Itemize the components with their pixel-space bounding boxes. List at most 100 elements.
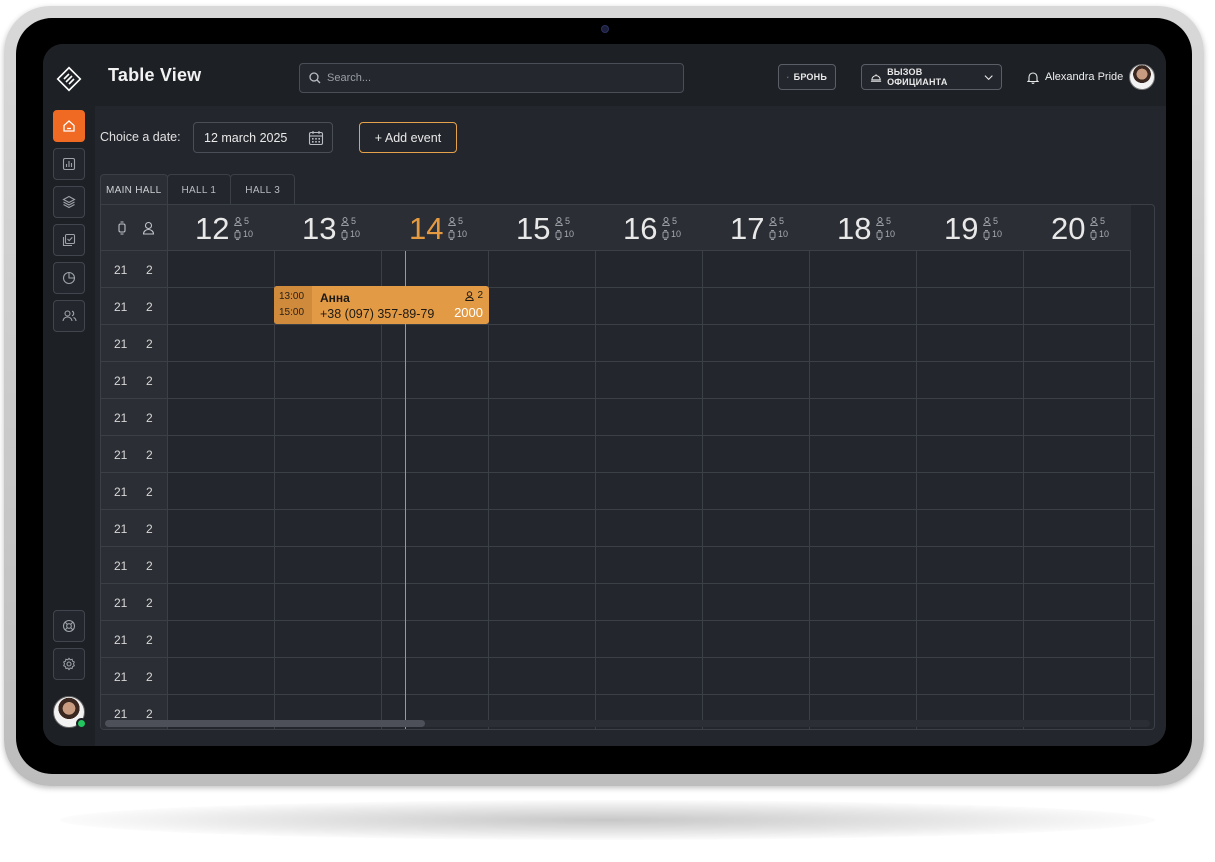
home-icon	[63, 120, 75, 132]
table-seats: 2	[146, 707, 153, 721]
table-row[interactable]: 21 2	[101, 399, 168, 436]
day-header[interactable]: 16 5 10	[596, 205, 703, 251]
bar-chart-icon	[62, 157, 76, 171]
row-divider	[168, 509, 1154, 510]
add-event-button[interactable]: + Add event	[359, 122, 457, 153]
table-row[interactable]: 21 2	[101, 436, 168, 473]
horizontal-scrollbar[interactable]	[105, 720, 1150, 727]
table-icon	[118, 221, 126, 235]
pie-chart-icon	[62, 271, 76, 285]
table-icon	[662, 229, 669, 240]
day-tables: 10	[555, 228, 574, 241]
row-divider	[168, 472, 1154, 473]
table-row[interactable]: 21 2	[101, 547, 168, 584]
table-number: 21	[114, 633, 128, 647]
bron-button[interactable]: БРОНЬ	[778, 64, 836, 90]
table-row[interactable]: 21 2	[101, 362, 168, 399]
day-guests: 5	[1090, 215, 1109, 228]
day-number: 19	[944, 211, 979, 246]
table-seats: 2	[146, 596, 153, 610]
table-icon	[1090, 229, 1097, 240]
sidebar-item-analytics[interactable]	[53, 148, 85, 180]
day-tables-count: 10	[457, 229, 468, 239]
table-seats: 2	[146, 633, 153, 647]
person-icon	[234, 217, 242, 226]
day-capacity: 5 10	[983, 215, 1002, 241]
table-number: 21	[114, 337, 128, 351]
sidebar-item-tasks[interactable]	[53, 224, 85, 256]
search-box[interactable]	[299, 63, 684, 93]
table-number: 21	[114, 596, 128, 610]
page-title: Table View	[108, 65, 202, 85]
row-divider	[168, 657, 1154, 658]
table-row[interactable]: 21 2	[101, 288, 168, 325]
table-seats: 2	[146, 485, 153, 499]
table-row[interactable]: 21 2	[101, 510, 168, 547]
search-input[interactable]	[327, 68, 667, 88]
day-number: 13	[302, 211, 337, 246]
call-waiter-button[interactable]: ВЫЗОВ ОФИЦИАНТА	[861, 64, 1002, 90]
person-icon	[555, 217, 563, 226]
top-bar: Table View БРОНЬ ВЫЗОВ ОФИЦИАНТА	[43, 44, 1166, 106]
tab-hall-3[interactable]: HALL 3	[230, 174, 296, 205]
day-column: 12 5 10	[168, 205, 275, 729]
sidebar-item-users[interactable]	[53, 300, 85, 332]
scrollbar-thumb[interactable]	[105, 720, 425, 727]
table-number: 21	[114, 300, 128, 314]
day-capacity: 5 10	[555, 215, 574, 241]
table-row[interactable]: 21 2	[101, 621, 168, 658]
day-header[interactable]: 12 5 10	[168, 205, 275, 251]
person-icon	[142, 221, 155, 235]
tab-main-hall[interactable]: MAIN HALL	[100, 174, 168, 205]
day-column: 14 5 10	[382, 205, 489, 729]
calendar-icon[interactable]	[308, 130, 324, 146]
sidebar-item-support[interactable]	[53, 610, 85, 642]
day-guests-count: 5	[1100, 216, 1106, 226]
call-waiter-label: ВЫЗОВ ОФИЦИАНТА	[887, 67, 948, 87]
table-row[interactable]: 21 2	[101, 584, 168, 621]
table-number: 21	[114, 448, 128, 462]
user-menu[interactable]: Alexandra Pride	[1027, 64, 1156, 90]
device-shadow	[60, 800, 1155, 840]
day-guests-count: 5	[779, 216, 785, 226]
person-icon	[769, 217, 777, 226]
table-column-header	[101, 205, 168, 251]
service-bell-icon	[870, 73, 882, 82]
day-number: 18	[837, 211, 872, 246]
table-number: 21	[114, 522, 128, 536]
table-row[interactable]: 21 2	[101, 473, 168, 510]
booking-end-time: 15:00	[279, 307, 305, 318]
day-header[interactable]: 20 5 10	[1024, 205, 1131, 251]
booking-card[interactable]: 13:00 15:00 Анна +38 (097) 357-89-79 2 2…	[274, 286, 489, 324]
table-number: 21	[114, 263, 128, 277]
table-seats: 2	[146, 337, 153, 351]
sidebar-item-home[interactable]	[53, 110, 85, 142]
table-number: 21	[114, 559, 128, 573]
online-status-indicator	[76, 718, 87, 729]
day-header[interactable]: 18 5 10	[810, 205, 917, 251]
user-avatar[interactable]	[1129, 64, 1156, 90]
table-number: 21	[114, 411, 128, 425]
day-header[interactable]: 14 5 10	[382, 205, 489, 251]
booking-start-time: 13:00	[279, 291, 305, 302]
table-seats: 2	[146, 300, 153, 314]
table-row[interactable]: 21 2	[101, 325, 168, 362]
table-seats: 2	[146, 670, 153, 684]
sidebar-item-layers[interactable]	[53, 186, 85, 218]
table-row[interactable]: 21 2	[101, 251, 168, 288]
bell-icon[interactable]	[1027, 71, 1039, 84]
day-header[interactable]: 13 5 10	[275, 205, 382, 251]
day-guests: 5	[983, 215, 1002, 228]
table-row[interactable]: 21 2	[101, 658, 168, 695]
sidebar-item-settings[interactable]	[53, 648, 85, 680]
date-picker[interactable]: 12 march 2025	[193, 122, 333, 153]
layers-icon	[62, 195, 76, 209]
day-tables: 10	[448, 228, 467, 241]
tab-hall-1[interactable]: HALL 1	[166, 174, 232, 205]
day-capacity: 5 10	[769, 215, 788, 241]
day-header[interactable]: 15 5 10	[489, 205, 596, 251]
sidebar-item-reports[interactable]	[53, 262, 85, 294]
day-header[interactable]: 19 5 10	[917, 205, 1024, 251]
person-icon	[465, 290, 475, 301]
day-header[interactable]: 17 5 10	[703, 205, 810, 251]
